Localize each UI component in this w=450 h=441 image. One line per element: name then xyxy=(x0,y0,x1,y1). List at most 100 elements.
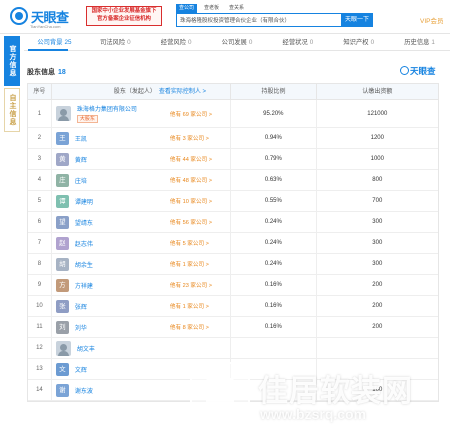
search-tab-boss[interactable]: 查老板 xyxy=(201,4,222,13)
header-amount: 认缴出资额 xyxy=(362,89,393,95)
avatar[interactable]: 文 xyxy=(55,362,69,376)
avatar[interactable]: 谢 xyxy=(55,383,69,397)
vip-link[interactable]: VIP会员 xyxy=(420,15,443,25)
avatar[interactable]: 王 xyxy=(55,131,69,145)
tab-intellectual-property[interactable]: 知识产权 0 xyxy=(328,36,389,50)
tianyancha-logo[interactable]: 天眼查 TianYanCha.com xyxy=(10,7,82,31)
tab-business-status[interactable]: 经营状况 0 xyxy=(267,36,328,50)
shareholding-ratio: 0.16% xyxy=(231,296,317,316)
row-index: 12 xyxy=(28,338,52,358)
shareholder-cell: 谭谭建明 他有 10 家公司 > xyxy=(52,191,232,211)
shareholder-cell: 王王凯 他有 3 家公司 > xyxy=(52,128,232,148)
avatar[interactable]: 庄 xyxy=(55,173,69,187)
shareholder-name-wrap: 赵志伟 xyxy=(75,239,93,248)
search-input[interactable] xyxy=(177,14,341,26)
shareholding-ratio xyxy=(231,338,317,358)
related-companies-link[interactable]: 他有 1 家公司 > xyxy=(170,260,209,268)
shareholder-name-link[interactable]: 庄培 xyxy=(75,176,87,185)
avatar[interactable]: 张 xyxy=(55,299,69,313)
section-count: 18 xyxy=(58,69,66,76)
avatar[interactable]: 赵 xyxy=(55,236,69,250)
shareholder-name-link[interactable]: 赵志伟 xyxy=(75,239,93,248)
tab-history[interactable]: 历史信息 1 xyxy=(389,36,450,50)
shareholder-cell: 赵赵志伟 他有 5 家公司 > xyxy=(52,233,232,253)
subscribed-capital: 200 xyxy=(372,324,383,330)
header-name: 股东（发起人） 查看实际控制人 > xyxy=(52,84,232,99)
tab-label: 历史信息 xyxy=(404,39,430,46)
row-index: 13 xyxy=(28,359,52,379)
related-companies-link[interactable]: 他有 23 家公司 > xyxy=(170,281,212,289)
shareholder-name-link[interactable]: 刘华 xyxy=(75,323,87,332)
subscribed-capital: 300 xyxy=(372,240,383,246)
shareholder-name-link[interactable]: 文辉 xyxy=(75,365,87,374)
search-tab-company[interactable]: 查公司 xyxy=(176,4,198,13)
shareholder-cell: 望望靖东 他有 56 家公司 > xyxy=(52,212,232,232)
tab-count: 0 xyxy=(248,39,253,46)
gov-badge-line1: 国家中小企业发展基金旗下 xyxy=(91,8,157,14)
related-companies-link[interactable]: 他有 5 家公司 > xyxy=(170,239,209,247)
table-row: 8 胡胡余生 他有 1 家公司 > 0.24% 300 xyxy=(28,254,438,275)
search-box xyxy=(176,13,342,27)
related-companies-link[interactable]: 他有 44 家公司 > xyxy=(170,155,212,163)
shareholder-name-link[interactable]: 张辉 xyxy=(75,302,87,311)
shareholder-name-link[interactable]: 谭建明 xyxy=(75,197,93,206)
gov-badge: 国家中小企业发展基金旗下 官方备案企业征信机构 xyxy=(86,6,162,26)
avatar-photo-icon[interactable] xyxy=(55,340,71,356)
shareholder-name-link[interactable]: 王凯 xyxy=(75,134,87,143)
shareholder-name-wrap: 方祥建 xyxy=(75,281,93,290)
side-tab-self[interactable]: 自主信息 xyxy=(4,88,20,132)
related-companies-link[interactable]: 他有 56 家公司 > xyxy=(170,218,212,226)
tab-label: 公司发展 xyxy=(221,39,247,46)
tab-company-background[interactable]: 公司背景 25 xyxy=(24,36,85,50)
avatar[interactable]: 望 xyxy=(55,215,69,229)
shareholder-name-link[interactable]: 珠海格力集团有限公司 xyxy=(77,104,137,113)
header-index: 序号 xyxy=(28,84,52,99)
shareholding-ratio: 0.79% xyxy=(231,149,317,169)
shareholding-ratio: 95.20% xyxy=(231,100,317,127)
shareholding-ratio: 0.24% xyxy=(231,212,317,232)
top-header: 天眼查 TianYanCha.com 国家中小企业发展基金旗下 官方备案企业征信… xyxy=(0,0,450,34)
related-companies-link[interactable]: 他有 69 家公司 > xyxy=(170,110,212,118)
avatar-photo-icon[interactable] xyxy=(55,106,71,121)
table-row: 9 方方祥建 他有 23 家公司 > 0.16% 200 xyxy=(28,275,438,296)
subscribed-capital: 800 xyxy=(372,177,383,183)
avatar[interactable]: 胡 xyxy=(55,257,69,271)
search-button[interactable]: 天眼一下 xyxy=(341,13,373,27)
related-companies-link[interactable]: 他有 1 家公司 > xyxy=(170,302,209,310)
shareholder-name-link[interactable]: 黄辉 xyxy=(75,155,87,164)
view-controller-link[interactable]: 查看实际控制人 > xyxy=(159,89,206,95)
shareholder-cell: 黄黄辉 他有 44 家公司 > xyxy=(52,149,232,169)
shareholder-name-link[interactable]: 望靖东 xyxy=(75,218,93,227)
header-ratio: 持股比例 xyxy=(231,84,317,99)
shareholding-ratio: 0.24% xyxy=(231,254,317,274)
shareholding-ratio: 0.16% xyxy=(231,317,317,337)
search-tab-relation[interactable]: 查关系 xyxy=(226,4,247,13)
shareholder-name-link[interactable]: 胡余生 xyxy=(75,260,93,269)
avatar[interactable]: 谭 xyxy=(55,194,69,208)
table-row: 5 谭谭建明 他有 10 家公司 > 0.55% 700 xyxy=(28,191,438,212)
tab-judicial-risk[interactable]: 司法风险 0 xyxy=(85,36,146,50)
avatar[interactable]: 黄 xyxy=(55,152,69,166)
tab-label: 经营状况 xyxy=(282,39,308,46)
tab-business-risk[interactable]: 经营风险 0 xyxy=(146,36,207,50)
major-shareholder-badge: 大股东 xyxy=(76,115,98,123)
tab-count: 1 xyxy=(431,39,435,46)
shareholder-name-link[interactable]: 方祥建 xyxy=(75,281,93,290)
shareholder-name-wrap: 谭建明 xyxy=(75,197,93,206)
side-tab-official[interactable]: 官方信息 xyxy=(4,36,20,86)
subscribed-capital: 200 xyxy=(372,282,383,288)
row-index: 4 xyxy=(28,170,52,190)
avatar[interactable]: 方 xyxy=(55,278,69,292)
related-companies-link[interactable]: 他有 10 家公司 > xyxy=(170,197,212,205)
shareholding-ratio: 0.55% xyxy=(231,191,317,211)
tab-company-development[interactable]: 公司发展 0 xyxy=(207,36,268,50)
shareholding-ratio: 0.94% xyxy=(231,128,317,148)
shareholder-name-link[interactable]: 谢东波 xyxy=(75,386,93,395)
related-companies-link[interactable]: 他有 3 家公司 > xyxy=(170,134,209,142)
avatar[interactable]: 刘 xyxy=(55,320,69,334)
related-companies-link[interactable]: 他有 8 家公司 > xyxy=(170,323,209,331)
table-row: 3 黄黄辉 他有 44 家公司 > 0.79% 1000 xyxy=(28,149,438,170)
related-companies-link[interactable]: 他有 48 家公司 > xyxy=(170,176,212,184)
shareholder-name-link[interactable]: 胡文丰 xyxy=(77,344,95,353)
row-index: 8 xyxy=(28,254,52,274)
